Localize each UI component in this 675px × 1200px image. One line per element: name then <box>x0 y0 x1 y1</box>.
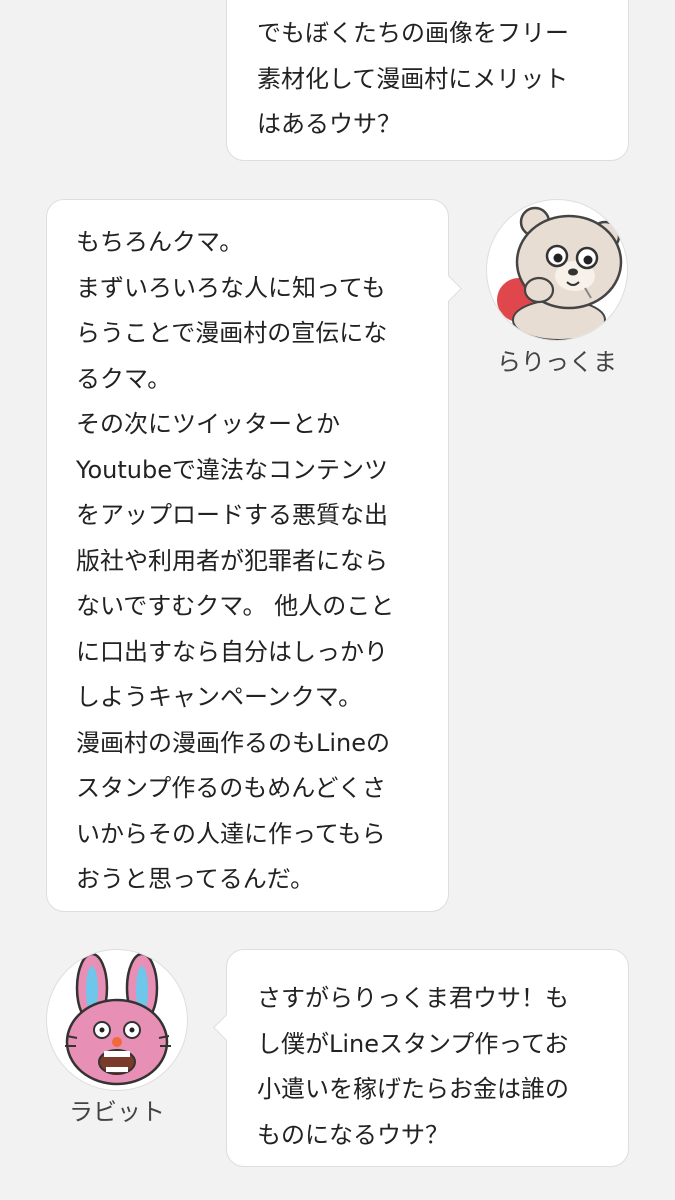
message-bubble-1: でもぼくたちの画像をフリー 素材化して漫画村にメリット はあるウサ？ <box>226 0 629 161</box>
message-line: し僕がLineスタンプ作ってお <box>257 1029 569 1058</box>
message-line: をアップロードする悪質な出 <box>76 501 388 529</box>
bear-avatar-icon[interactable] <box>486 199 628 341</box>
message-line: まずいろいろな人に知っても <box>76 273 386 302</box>
message-line: らうことで漫画村の宣伝にな <box>76 319 388 347</box>
message-line: に口出すなら自分はしっかり <box>76 637 388 666</box>
message-line: もちろんクマ。 <box>76 228 244 256</box>
message-line: その次にツイッターとか <box>76 410 340 438</box>
speaker-name-rabbit: ラビット <box>69 1098 165 1126</box>
message-line: ないですむクマ。 他人のこと <box>76 592 395 620</box>
message-line: はあるウサ？ <box>257 110 401 138</box>
message-line: スタンプ作るのもめんどくさ <box>76 774 386 802</box>
message-line: さすがらりっくま君ウサ！も <box>257 984 569 1012</box>
message-bubble-2: もちろんクマ。 まずいろいろな人に知っても らうことで漫画村の宣伝にな るクマ。… <box>46 199 449 912</box>
rabbit-avatar-icon[interactable] <box>46 949 188 1091</box>
message-line: でもぼくたちの画像をフリー <box>257 19 569 47</box>
message-line: おうと思ってるんだ。 <box>76 865 315 893</box>
message-line: るクマ。 <box>76 364 172 393</box>
message-line: 素材化して漫画村にメリット <box>257 64 569 93</box>
speaker-name-bear: らりっくま <box>497 348 617 376</box>
message-line: 版社や利用者が犯罪者になら <box>76 546 388 575</box>
message-line: Youtubeで違法なコンテンツ <box>76 455 388 484</box>
message-line: ものになるウサ？ <box>257 1120 449 1149</box>
message-line: しようキャンペーンクマ。 <box>76 683 363 711</box>
message-bubble-3: さすがらりっくま君ウサ！も し僕がLineスタンプ作ってお 小遣いを稼げたらお金… <box>226 949 629 1167</box>
message-line: いからその人達に作ってもら <box>76 819 386 848</box>
message-line: 漫画村の漫画作るのもLineの <box>76 728 391 757</box>
message-line: 小遣いを稼げたらお金は誰の <box>257 1075 569 1103</box>
